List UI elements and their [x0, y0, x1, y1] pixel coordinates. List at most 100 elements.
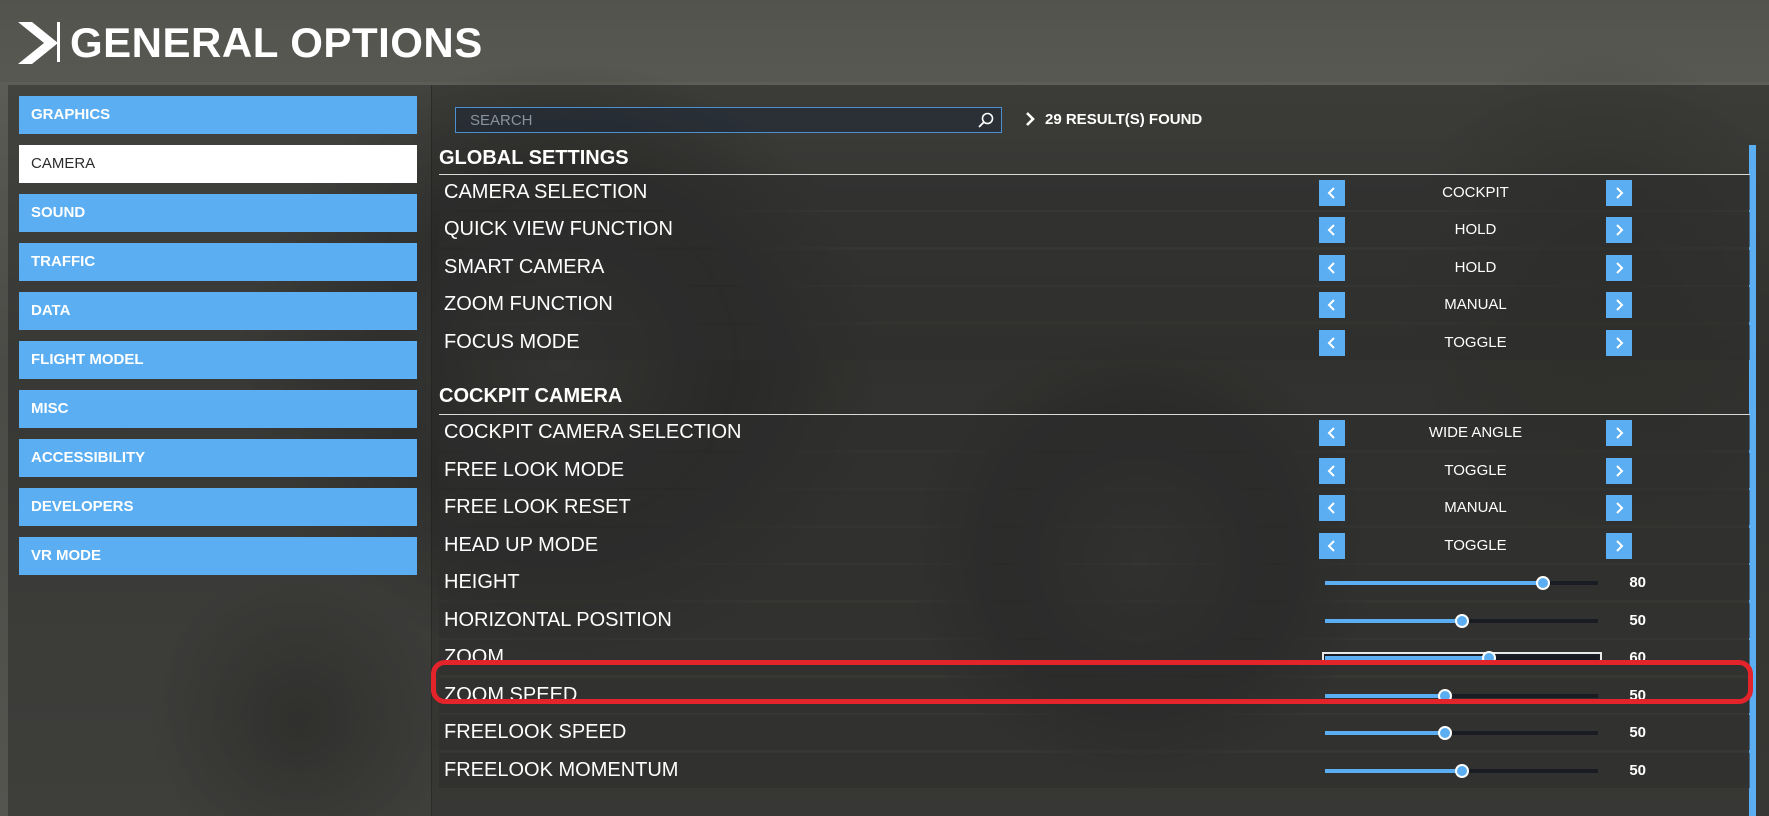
sidebar-item-vr-mode[interactable]: VR MODE — [19, 537, 417, 575]
chevron-left-icon — [1327, 465, 1335, 477]
next-option-button[interactable] — [1606, 180, 1632, 206]
slider-handle[interactable] — [1536, 576, 1551, 590]
slider-handle[interactable] — [1438, 726, 1453, 740]
next-option-button[interactable] — [1606, 458, 1632, 484]
setting-label: QUICK VIEW FUNCTION — [444, 218, 673, 240]
setting-row-zoom-speed: ZOOM SPEED 50 — [439, 678, 1750, 713]
slider-fill — [1325, 656, 1489, 660]
previous-option-button[interactable] — [1319, 330, 1345, 356]
slider-fill — [1325, 731, 1446, 735]
sidebar-item-flight-model[interactable]: FLIGHT MODEL — [19, 341, 417, 379]
slider-value: 50 — [1629, 612, 1646, 629]
setting-label: FOCUS MODE — [444, 331, 580, 353]
freelook-speed-slider[interactable] — [1325, 726, 1598, 740]
chevron-left-icon — [1327, 502, 1335, 514]
sidebar-item-data[interactable]: DATA — [19, 292, 417, 330]
slider-handle[interactable] — [1454, 764, 1469, 778]
sidebar: GRAPHICS CAMERA SOUND TRAFFIC DATA FLIGH… — [8, 85, 432, 816]
sidebar-item-developers[interactable]: DEVELOPERS — [19, 488, 417, 526]
setting-row-zoom: ZOOM 60 — [439, 640, 1750, 675]
sidebar-item-misc[interactable]: MISC — [19, 390, 417, 428]
slider-value: 50 — [1629, 687, 1646, 704]
setting-value: MANUAL — [1444, 296, 1507, 313]
next-option-button[interactable] — [1606, 255, 1632, 281]
next-option-button[interactable] — [1606, 420, 1632, 446]
next-option-button[interactable] — [1606, 217, 1632, 243]
section-title-cockpit-camera: COCKPIT CAMERA — [439, 385, 623, 407]
previous-option-button[interactable] — [1319, 533, 1345, 559]
search-box — [455, 107, 1002, 133]
zoom-speed-slider[interactable] — [1325, 689, 1598, 703]
setting-row-cockpit-camera-selection: COCKPIT CAMERA SELECTION WIDE ANGLE — [439, 415, 1750, 450]
setting-row-free-look-reset: FREE LOOK RESET MANUAL — [439, 490, 1750, 525]
chevron-right-icon — [1616, 187, 1624, 199]
slider-value: 50 — [1629, 724, 1646, 741]
sidebar-item-graphics[interactable]: GRAPHICS — [19, 96, 417, 134]
chevron-left-icon — [1327, 337, 1335, 349]
previous-option-button[interactable] — [1319, 217, 1345, 243]
chevron-right-icon — [1616, 299, 1624, 311]
chevron-left-icon — [1327, 299, 1335, 311]
chevron-right-icon — [1616, 427, 1624, 439]
chevron-left-icon — [1327, 262, 1335, 274]
slider-value: 60 — [1629, 649, 1646, 666]
next-option-button[interactable] — [1606, 330, 1632, 356]
scrollbar[interactable] — [1749, 145, 1756, 816]
setting-label: HORIZONTAL POSITION — [444, 609, 672, 631]
chevron-left-icon — [1327, 224, 1335, 236]
setting-row-freelook-speed: FREELOOK SPEED 50 — [439, 715, 1750, 750]
chevron-right-icon — [1026, 112, 1035, 126]
next-option-button[interactable] — [1606, 495, 1632, 521]
search-input[interactable] — [470, 111, 970, 129]
horizontal-position-slider[interactable] — [1325, 614, 1598, 628]
sidebar-item-accessibility[interactable]: ACCESSIBILITY — [19, 439, 417, 477]
settings-panel: 29 RESULT(S) FOUND GLOBAL SETTINGS CAMER… — [431, 85, 1769, 816]
chevron-right-icon — [1616, 502, 1624, 514]
slider-handle[interactable] — [1438, 689, 1453, 703]
slider-handle[interactable] — [1481, 651, 1496, 665]
chevron-right-icon — [1616, 262, 1624, 274]
zoom-slider[interactable] — [1325, 651, 1598, 665]
search-icon[interactable] — [977, 111, 995, 129]
previous-option-button[interactable] — [1319, 255, 1345, 281]
previous-option-button[interactable] — [1319, 420, 1345, 446]
setting-row-free-look-mode: FREE LOOK MODE TOGGLE — [439, 453, 1750, 488]
previous-option-button[interactable] — [1319, 292, 1345, 318]
height-slider[interactable] — [1325, 576, 1598, 590]
chevron-right-icon — [1616, 465, 1624, 477]
previous-option-button[interactable] — [1319, 458, 1345, 484]
setting-label: HEAD UP MODE — [444, 534, 599, 556]
setting-row-freelook-momentum: FREELOOK MOMENTUM 50 — [439, 753, 1750, 788]
next-option-button[interactable] — [1606, 533, 1632, 559]
slider-value: 50 — [1629, 762, 1646, 779]
setting-row-zoom-function: ZOOM FUNCTION MANUAL — [439, 287, 1750, 322]
previous-option-button[interactable] — [1319, 495, 1345, 521]
chevron-right-icon — [1616, 224, 1624, 236]
next-option-button[interactable] — [1606, 292, 1632, 318]
setting-row-smart-camera: SMART CAMERA HOLD — [439, 250, 1750, 285]
title-divider — [57, 22, 60, 62]
sidebar-item-traffic[interactable]: TRAFFIC — [19, 243, 417, 281]
setting-value: TOGGLE — [1444, 334, 1507, 351]
chevron-left-icon — [1327, 427, 1335, 439]
setting-value: HOLD — [1454, 259, 1497, 276]
sidebar-item-sound[interactable]: SOUND — [19, 194, 417, 232]
chevron-left-icon — [1327, 540, 1335, 552]
freelook-momentum-slider[interactable] — [1325, 764, 1598, 778]
previous-option-button[interactable] — [1319, 180, 1345, 206]
setting-value: WIDE ANGLE — [1428, 424, 1523, 441]
setting-value: HOLD — [1454, 221, 1497, 238]
slider-handle[interactable] — [1454, 614, 1469, 628]
setting-label: ZOOM SPEED — [444, 684, 578, 706]
setting-label: CAMERA SELECTION — [444, 181, 648, 203]
setting-label: SMART CAMERA — [444, 256, 605, 278]
page-title: GENERAL OPTIONS — [70, 19, 483, 66]
setting-row-camera-selection: CAMERA SELECTION COCKPIT — [439, 175, 1750, 210]
sidebar-item-camera[interactable]: CAMERA — [19, 145, 417, 183]
chevron-right-icon — [1616, 540, 1624, 552]
slider-fill — [1325, 581, 1544, 585]
setting-row-height: HEIGHT 80 — [439, 565, 1750, 600]
slider-fill — [1325, 619, 1462, 623]
chevron-logo-icon — [18, 22, 58, 64]
setting-row-focus-mode: FOCUS MODE TOGGLE — [439, 325, 1750, 360]
